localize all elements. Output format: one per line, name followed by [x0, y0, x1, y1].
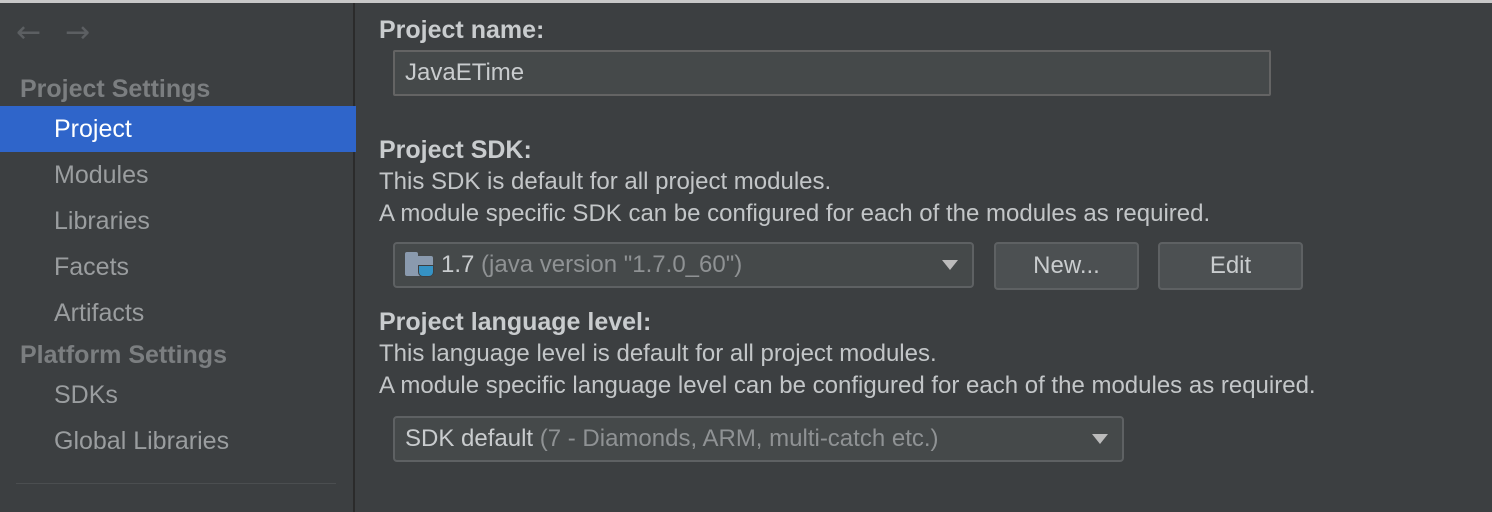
project-sdk-description-1: This SDK is default for all project modu…	[379, 168, 832, 195]
project-settings-panel: Project name: Project SDK: This SDK is d…	[356, 3, 1492, 512]
language-level-description-1: This language level is default for all p…	[379, 340, 937, 367]
project-sdk-description-2: A module specific SDK can be configured …	[379, 200, 1211, 227]
project-sdk-label: Project SDK:	[379, 136, 532, 164]
section-header-platform-settings: Platform Settings	[20, 341, 227, 369]
edit-sdk-button[interactable]: Edit	[1158, 242, 1303, 290]
sidebar: ← → Project Settings Project Modules Lib…	[0, 3, 356, 512]
sidebar-item-modules[interactable]: Modules	[0, 152, 356, 198]
sidebar-divider	[16, 483, 336, 484]
forward-arrow-icon[interactable]: →	[65, 18, 90, 48]
sidebar-item-global-libraries[interactable]: Global Libraries	[0, 418, 356, 464]
language-level-selected-value: SDK default	[405, 425, 534, 452]
project-sdk-dropdown[interactable]: 1.7 (java version "1.7.0_60")	[393, 242, 974, 288]
sidebar-item-libraries[interactable]: Libraries	[0, 198, 356, 244]
project-name-label: Project name:	[379, 16, 545, 44]
nav-arrows: ← →	[16, 18, 90, 48]
project-name-input[interactable]	[393, 50, 1271, 96]
sdk-selected-detail: (java version "1.7.0_60")	[481, 251, 743, 278]
language-level-dropdown[interactable]: SDK default (7 - Diamonds, ARM, multi-ca…	[393, 416, 1124, 462]
dropdown-arrow-icon	[1092, 434, 1108, 444]
back-arrow-icon[interactable]: ←	[16, 18, 41, 48]
jdk-folder-icon	[403, 250, 437, 278]
sidebar-item-sdks[interactable]: SDKs	[0, 372, 356, 418]
new-sdk-button[interactable]: New...	[994, 242, 1139, 290]
sidebar-item-project[interactable]: Project	[0, 106, 356, 152]
sidebar-item-artifacts[interactable]: Artifacts	[0, 290, 356, 336]
dropdown-arrow-icon	[942, 260, 958, 270]
language-level-description-2: A module specific language level can be …	[379, 372, 1316, 399]
section-header-project-settings: Project Settings	[20, 75, 211, 103]
sdk-selected-version: 1.7	[441, 251, 475, 278]
project-structure-dialog: ← → Project Settings Project Modules Lib…	[0, 0, 1492, 512]
language-level-label: Project language level:	[379, 308, 652, 336]
sidebar-item-facets[interactable]: Facets	[0, 244, 356, 290]
language-level-selected-detail: (7 - Diamonds, ARM, multi-catch etc.)	[539, 425, 939, 452]
